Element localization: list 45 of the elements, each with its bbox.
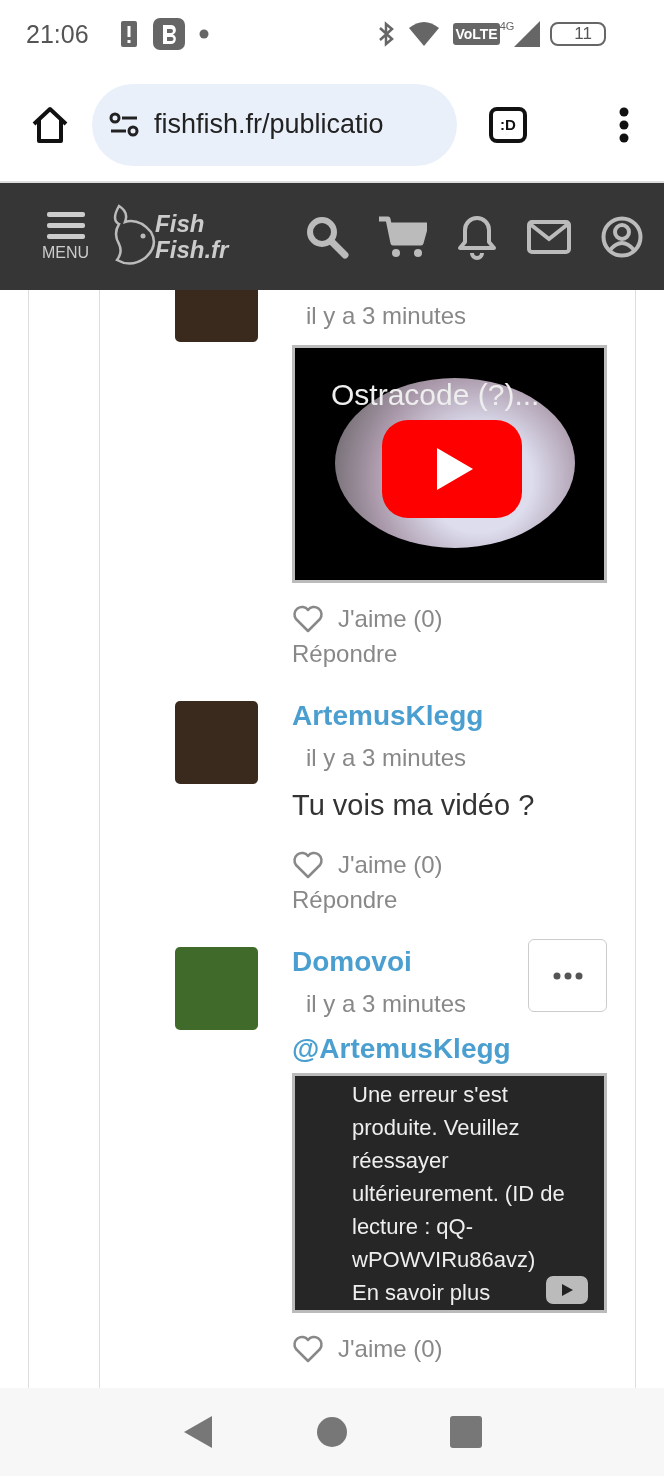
bluetooth-icon bbox=[377, 20, 396, 48]
site-settings-icon[interactable] bbox=[108, 110, 140, 139]
dot-icon bbox=[198, 29, 209, 39]
wifi-icon bbox=[409, 22, 440, 46]
error-message: Une erreur s'est produite. Veuillez réessayer ultérieurement. (ID de lecture : qQ-wPOWVIRu86avz) bbox=[352, 1081, 566, 1274]
more-options-icon[interactable] bbox=[619, 106, 629, 143]
tab-switcher-button[interactable]: :D bbox=[489, 106, 527, 143]
address-bar[interactable]: fishfish.fr/publicatio bbox=[92, 83, 457, 166]
ellipsis-icon[interactable] bbox=[552, 971, 583, 980]
home-icon[interactable] bbox=[30, 105, 70, 144]
signal-icon bbox=[514, 21, 541, 47]
status-time: 21:06 bbox=[26, 19, 89, 49]
url-text: fishfish.fr/publicatio bbox=[154, 109, 384, 140]
volte-badge: VoLTE bbox=[453, 23, 500, 45]
battery-alert-icon bbox=[118, 19, 139, 49]
reply-link[interactable]: Répondre bbox=[292, 636, 398, 671]
comment-time: il y a 3 minutes bbox=[306, 743, 468, 773]
mail-icon[interactable] bbox=[527, 219, 571, 254]
recents-icon[interactable] bbox=[450, 1416, 483, 1448]
like-link[interactable]: J'aime (0) bbox=[338, 601, 443, 636]
author-name[interactable]: Domovoi bbox=[292, 941, 467, 983]
logo-text[interactable]: Fish bbox=[155, 210, 229, 237]
menu-button[interactable]: MENU bbox=[42, 211, 90, 262]
heart-icon[interactable] bbox=[292, 850, 324, 879]
play-button-icon[interactable] bbox=[546, 1276, 588, 1304]
mention-link[interactable]: @ArtemusKlegg bbox=[292, 1025, 607, 1073]
b-app-icon bbox=[152, 18, 185, 50]
like-link[interactable]: J'aime (0) bbox=[338, 1331, 443, 1366]
battery-level: 11 bbox=[550, 22, 606, 46]
search-icon[interactable] bbox=[305, 214, 349, 259]
play-button-icon[interactable] bbox=[382, 420, 522, 518]
network-type: 4G bbox=[499, 20, 515, 32]
heart-icon[interactable] bbox=[292, 1334, 324, 1363]
comment-time: il y a 3 minutes bbox=[306, 989, 467, 1019]
bell-icon[interactable] bbox=[457, 213, 497, 260]
reply-link[interactable]: Répondre bbox=[292, 882, 398, 917]
like-link[interactable]: J'aime (0) bbox=[338, 847, 443, 882]
comment-text: Tu vois ma vidéo ? bbox=[292, 788, 536, 823]
comment-time: il y a 3 minutes bbox=[306, 301, 467, 331]
learn-more-link[interactable]: En savoir plus bbox=[352, 1276, 491, 1309]
cart-icon[interactable] bbox=[379, 215, 427, 258]
user-account-icon[interactable] bbox=[601, 215, 643, 258]
author-name[interactable]: ArtemusKlegg bbox=[292, 695, 484, 737]
logo-text[interactable]: Fish.fr bbox=[155, 236, 229, 263]
heart-icon[interactable] bbox=[292, 604, 324, 633]
